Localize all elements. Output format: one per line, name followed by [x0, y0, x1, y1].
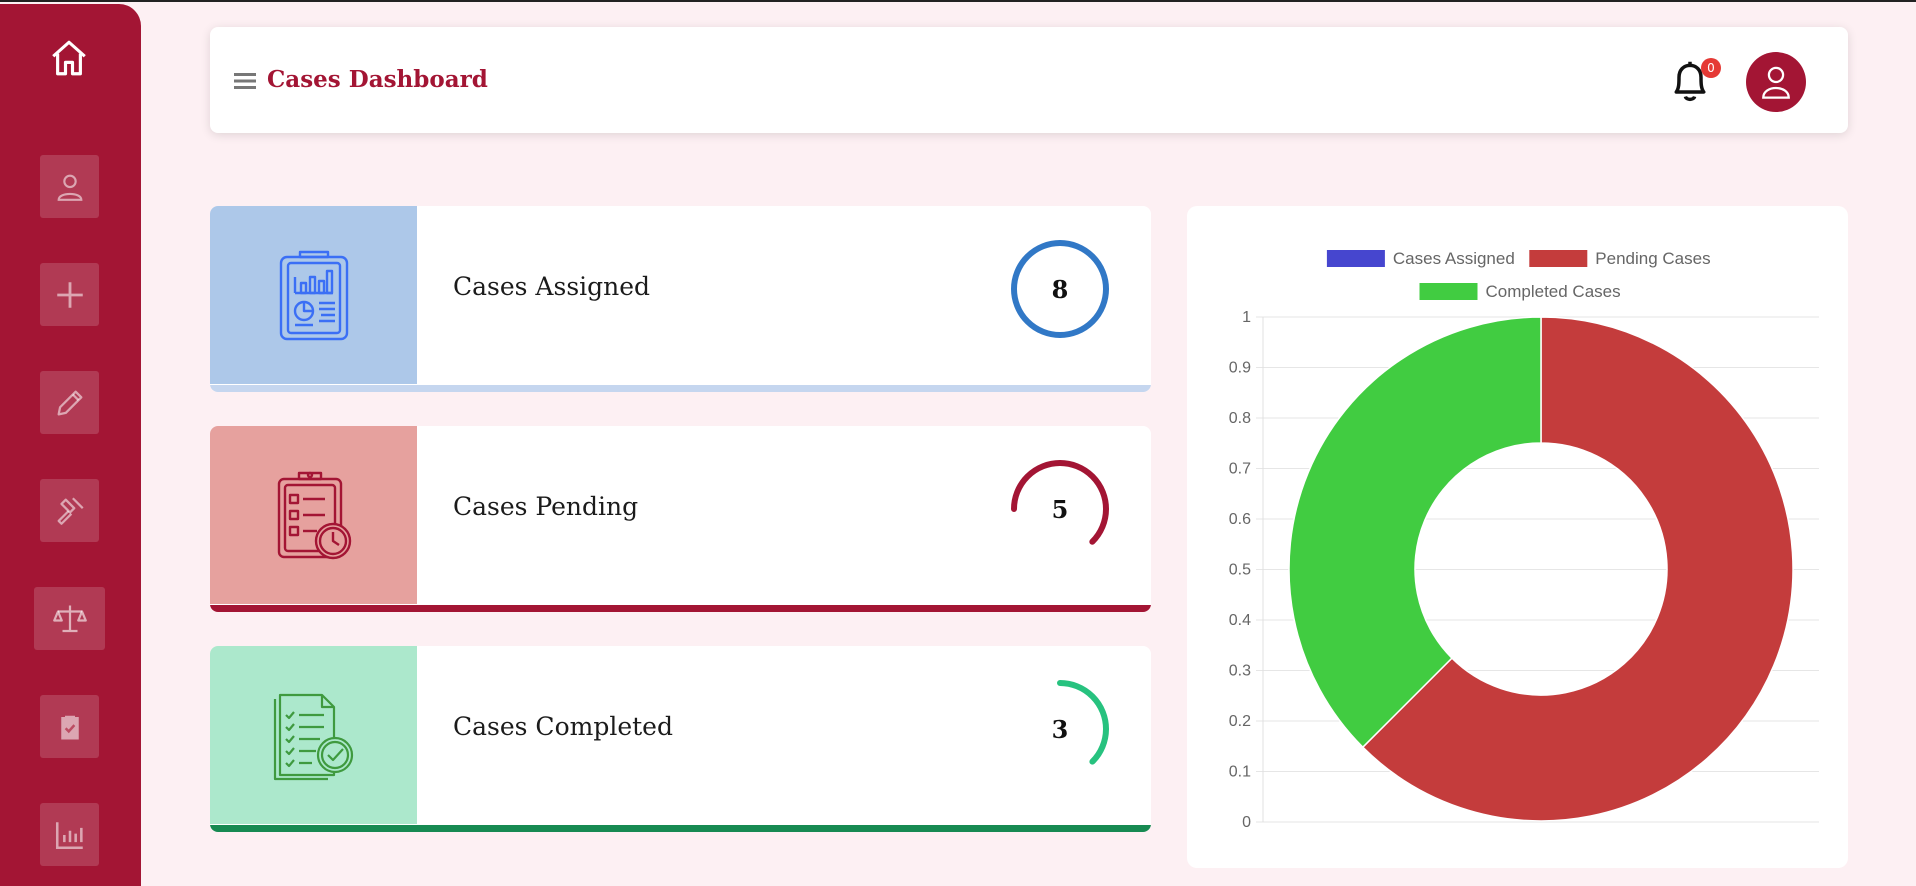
home-button[interactable] [45, 34, 93, 82]
hamburger-menu-icon[interactable] [234, 72, 256, 90]
bar-chart-icon [55, 821, 83, 849]
sidebar-item-judgements[interactable] [34, 587, 105, 650]
page-title: Cases Dashboard [267, 66, 488, 93]
y-tick-label: 0.2 [1229, 713, 1251, 730]
card-title: Cases Completed [453, 712, 673, 741]
y-tick-label: 0.6 [1229, 511, 1251, 528]
sidebar-item-hearings[interactable] [40, 479, 99, 542]
card-icon-panel [210, 646, 417, 824]
sidebar-item-completed[interactable] [40, 695, 99, 758]
report-clipboard-icon [279, 250, 348, 341]
checklist-clock-icon [277, 471, 351, 560]
legend-swatch [1326, 250, 1385, 267]
card-count: 8 [1051, 274, 1069, 304]
scales-icon [52, 605, 87, 632]
legend-swatch [1529, 250, 1588, 267]
legend-label: Cases Assigned [1393, 249, 1515, 268]
user-avatar[interactable] [1746, 52, 1806, 112]
user-icon [1762, 66, 1790, 99]
sidebar-item-reports[interactable] [40, 803, 99, 866]
cases-doughnut-chart: 0 0.1 0.2 0.3 0.4 0.5 0.6 0.7 0.8 0.9 1 Cases Assig… [1229, 249, 1819, 831]
gavel-icon [57, 496, 84, 525]
clipboard-check-icon [60, 715, 79, 739]
user-icon [57, 174, 82, 201]
cases-completed-card[interactable]: Cases Completed 3 [210, 646, 1151, 832]
document-check-icon [273, 693, 353, 781]
card-bottom-bar [210, 385, 1151, 392]
y-tick-label: 1 [1242, 309, 1251, 326]
y-tick-label: 0.3 [1229, 663, 1251, 680]
y-tick-label: 0.4 [1229, 612, 1251, 629]
home-icon [52, 40, 86, 76]
pencil-icon [57, 390, 82, 415]
y-tick-label: 0.5 [1229, 562, 1251, 579]
sidebar [0, 4, 141, 886]
legend-label: Completed Cases [1486, 282, 1621, 301]
sidebar-item-edit[interactable] [40, 371, 99, 434]
cases-assigned-card[interactable]: Cases Assigned 8 [210, 206, 1151, 392]
y-tick-label: 0.1 [1229, 764, 1251, 781]
plus-icon [56, 281, 83, 308]
card-title: Cases Assigned [453, 272, 651, 301]
y-tick-label: 0.9 [1229, 360, 1251, 377]
y-tick-label: 0.8 [1229, 410, 1251, 427]
card-count: 3 [1051, 714, 1069, 744]
cases-pending-card[interactable]: Cases Pending 5 [210, 426, 1151, 612]
card-title: Cases Pending [453, 492, 639, 521]
notification-badge: 0 [1701, 58, 1721, 78]
doughnut-slice [1288, 316, 1542, 749]
legend-label: Pending Cases [1595, 249, 1710, 268]
sidebar-item-add[interactable] [40, 263, 99, 326]
card-bottom-bar [210, 605, 1151, 612]
card-count: 5 [1051, 494, 1069, 524]
sidebar-item-profile[interactable] [40, 155, 99, 218]
card-icon-panel [210, 206, 417, 384]
card-icon-panel [210, 426, 417, 604]
y-tick-label: 0 [1242, 814, 1251, 831]
legend-swatch [1419, 283, 1478, 300]
y-tick-label: 0.7 [1229, 461, 1251, 478]
cases-chart-card: 0 0.1 0.2 0.3 0.4 0.5 0.6 0.7 0.8 0.9 1 Cases Assig… [1187, 206, 1848, 868]
card-bottom-bar [210, 825, 1151, 832]
